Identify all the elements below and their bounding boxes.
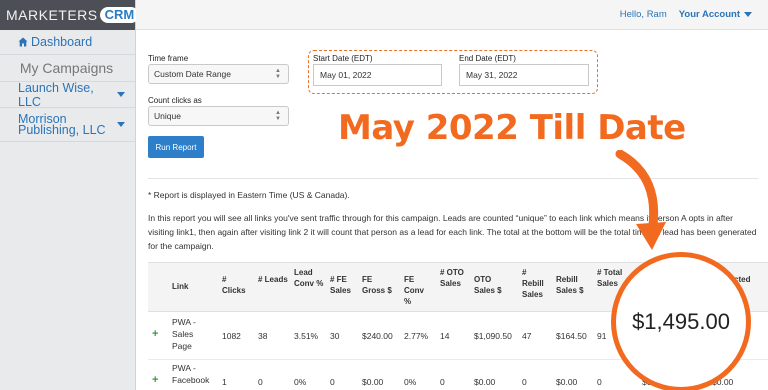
- sidebar-item-client-morrison[interactable]: Morrison Publishing, LLC: [0, 108, 135, 142]
- col-oto-sales-amt[interactable]: OTO Sales $: [474, 274, 514, 296]
- cell-fe-gross: $0.00: [362, 377, 384, 387]
- cell-lead-conv: 0%: [294, 377, 307, 387]
- account-menu[interactable]: Your Account: [679, 9, 752, 20]
- count-clicks-select[interactable]: Unique ▲ ▼: [148, 106, 289, 126]
- app-window: MARKETERS CRM Dashboard My Campaigns Lau…: [0, 0, 768, 390]
- cell-link[interactable]: PWA - Sales Page: [172, 316, 212, 352]
- cell-leads: 38: [258, 331, 268, 341]
- highlight-value: $1,495.00: [632, 309, 730, 334]
- logo-word: MARKETERS: [6, 7, 98, 23]
- col-fe-conv[interactable]: FE Conv %: [404, 274, 430, 307]
- sidebar-item-label: Morrison Publishing, LLC: [18, 111, 106, 137]
- start-date-value: May 01, 2022: [320, 70, 372, 80]
- chevron-down-icon: [744, 12, 752, 17]
- col-rebill-sales[interactable]: # Rebill Sales: [522, 267, 550, 300]
- sidebar-item-client-launch-wise[interactable]: Launch Wise, LLC: [0, 80, 135, 109]
- brand-logo[interactable]: MARKETERS CRM: [0, 0, 140, 30]
- cell-oto-sales-amt: $0.00: [474, 377, 496, 387]
- count-clicks-label: Count clicks as: [148, 96, 202, 105]
- sidebar-item-label: My Campaigns: [19, 60, 114, 76]
- greeting-text: Hello, Ram: [619, 9, 667, 20]
- end-date-label: End Date (EDT): [459, 54, 516, 63]
- chevron-down-icon: [117, 92, 125, 97]
- col-total-sales[interactable]: # Total Sales: [597, 267, 623, 289]
- select-caret-icon: ▲ ▼: [275, 110, 281, 122]
- timeframe-value: Custom Date Range: [154, 69, 232, 79]
- cell-fe-conv: 0%: [404, 377, 417, 387]
- cell-fe-conv: 2.77%: [404, 331, 429, 341]
- cell-clicks: 1: [222, 377, 227, 387]
- sidebar: MARKETERS CRM Dashboard My Campaigns Lau…: [0, 0, 140, 390]
- cell-oto-sales: 14: [440, 331, 450, 341]
- end-date-value: May 31, 2022: [466, 70, 518, 80]
- col-fe-sales[interactable]: # FE Sales: [330, 274, 358, 296]
- cell-total-sales: 0: [597, 377, 602, 387]
- account-menu-label: Your Account: [678, 9, 740, 20]
- cell-oto-sales-amt: $1,090.50: [474, 331, 512, 341]
- timezone-note: * Report is displayed in Eastern Time (U…: [148, 190, 350, 200]
- col-rebill-amt[interactable]: Rebill Sales $: [556, 274, 592, 296]
- cell-clicks: 1082: [222, 331, 241, 341]
- cell-rebill-sales: 0: [522, 377, 527, 387]
- highlight-magnifier: $1,495.00: [611, 252, 751, 390]
- cell-leads: 0: [258, 377, 263, 387]
- end-date-field[interactable]: May 31, 2022: [459, 64, 589, 86]
- cell-fe-sales: 30: [330, 331, 340, 341]
- cell-fe-sales: 0: [330, 377, 335, 387]
- cell-total-sales: 91: [597, 331, 607, 341]
- col-leads[interactable]: # Leads: [258, 274, 288, 285]
- timeframe-select[interactable]: Custom Date Range ▲ ▼: [148, 64, 289, 84]
- start-date-label: Start Date (EDT): [313, 54, 373, 63]
- col-lead-conv[interactable]: Lead Conv %: [294, 267, 324, 289]
- cell-rebill-sales: 47: [522, 331, 532, 341]
- timeframe-label: Time frame: [148, 54, 189, 63]
- chevron-down-icon: [117, 122, 125, 127]
- logo-badge: CRM: [99, 7, 140, 23]
- col-link[interactable]: Link: [172, 281, 188, 292]
- sidebar-item-campaigns[interactable]: My Campaigns: [0, 55, 135, 82]
- cell-fe-gross: $240.00: [362, 331, 393, 341]
- home-icon: [18, 37, 28, 47]
- cell-oto-sales: 0: [440, 377, 445, 387]
- col-oto-sales[interactable]: # OTO Sales: [440, 267, 466, 289]
- pointer-arrow-icon: [615, 150, 666, 250]
- cell-rebill-amt: $0.00: [556, 377, 578, 387]
- expand-plus-icon[interactable]: +: [152, 374, 158, 386]
- cell-link[interactable]: PWA - Facebook: [172, 362, 218, 386]
- col-fe-gross[interactable]: FE Gross $: [362, 274, 392, 296]
- sidebar-item-label: Dashboard: [31, 35, 93, 49]
- overlay-headline: May 2022 Till Date: [338, 108, 686, 148]
- cell-lead-conv: 3.51%: [294, 331, 319, 341]
- select-caret-icon: ▲ ▼: [275, 68, 281, 80]
- col-clicks[interactable]: # Clicks: [222, 274, 252, 296]
- count-clicks-value: Unique: [154, 111, 181, 121]
- expand-plus-icon[interactable]: +: [152, 328, 158, 340]
- start-date-field[interactable]: May 01, 2022: [313, 64, 442, 86]
- sidebar-item-label: Launch Wise, LLC: [18, 80, 94, 109]
- run-report-button[interactable]: Run Report: [148, 136, 204, 158]
- sidebar-item-dashboard[interactable]: Dashboard: [0, 30, 135, 55]
- cell-rebill-amt: $164.50: [556, 331, 587, 341]
- top-bar: Hello, Ram Your Account: [136, 0, 768, 30]
